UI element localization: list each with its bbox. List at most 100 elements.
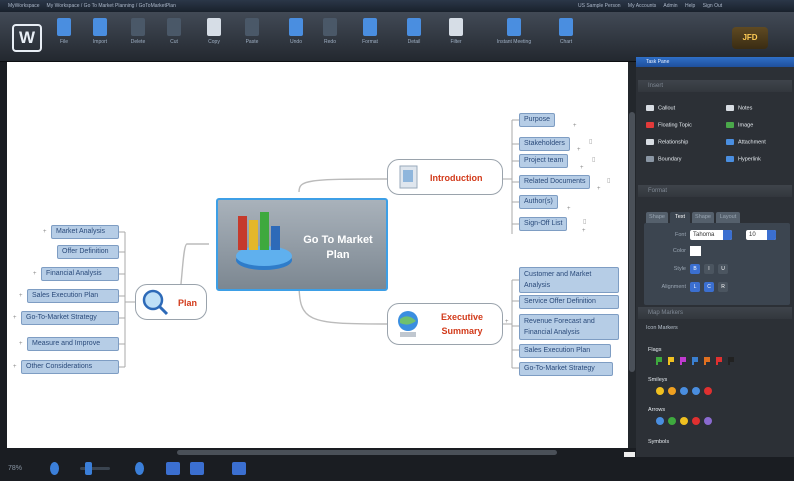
intro-child-related-documents[interactable]: Related Documents (519, 175, 591, 189)
zoom-slider-handle[interactable] (85, 462, 92, 475)
collapse-marker-icon[interactable]: + (13, 364, 18, 370)
exec-child-go-to-market[interactable]: Go-To-Market Strategy (519, 362, 613, 376)
plan-child-market-analysis[interactable]: Market Analysis (51, 225, 119, 239)
insert-callout[interactable]: Callout (646, 105, 675, 111)
flag-icon[interactable] (704, 357, 710, 365)
toolbar-button-delete[interactable]: Delete (118, 18, 158, 45)
flag-icon[interactable] (680, 357, 686, 365)
intro-child-stakeholders[interactable]: Stakeholders (519, 137, 570, 151)
vertical-scrollbar[interactable] (628, 62, 636, 448)
align-center-button[interactable]: C (704, 282, 714, 292)
arrow-icon[interactable] (704, 417, 712, 425)
tab-shape[interactable]: Shape (646, 212, 668, 223)
zoom-out-icon[interactable] (50, 462, 59, 475)
central-topic[interactable]: Go To Market Plan (216, 198, 388, 291)
mind-map-canvas[interactable]: Go To Market Plan Introduction Executive… (7, 62, 628, 448)
flag-icon[interactable] (716, 357, 722, 365)
intro-child-project-team[interactable]: Project team (519, 154, 569, 168)
collapse-marker-icon[interactable]: + (573, 123, 578, 129)
tab-text[interactable]: Text (670, 212, 690, 223)
collapse-marker-icon[interactable]: + (597, 186, 602, 192)
marker-group-smileys[interactable]: Smileys (648, 377, 667, 383)
admin-link[interactable]: Admin (663, 3, 677, 9)
toolbar-button-cut[interactable]: Cut (154, 18, 194, 45)
note-icon[interactable]: ▯ (583, 219, 588, 225)
collapse-marker-icon[interactable]: + (582, 228, 587, 234)
exec-child-customer-market[interactable]: Customer and Market Analysis (519, 267, 619, 293)
exec-child-sales-execution[interactable]: Sales Execution Plan (519, 344, 611, 358)
toolbar-button-format[interactable]: Format (350, 18, 390, 45)
toolbar-button-detail[interactable]: Detail (394, 18, 434, 45)
marker-group-arrows[interactable]: Arrows (648, 407, 665, 413)
toolbar-button-instant-meeting[interactable]: Instant Meeting (486, 18, 542, 45)
flag-icon[interactable] (656, 357, 662, 365)
intro-child-sign-off-list[interactable]: Sign-Off List (519, 217, 568, 231)
executive-summary-topic[interactable]: Executive Summary (387, 303, 503, 345)
plan-child-other-considerations[interactable]: Other Considerations (21, 360, 119, 374)
plan-child-sales-execution[interactable]: Sales Execution Plan (27, 289, 119, 303)
italic-button[interactable]: I (704, 264, 714, 274)
insert-floating-topic[interactable]: Floating Topic (646, 122, 692, 128)
arrow-icon[interactable] (692, 417, 700, 425)
tab-shape-2[interactable]: Shape (692, 212, 714, 223)
insert-boundary[interactable]: Boundary (646, 156, 682, 162)
font-size-dropdown[interactable]: 10 (746, 230, 776, 240)
smiley-icon[interactable] (656, 387, 664, 395)
collapse-marker-icon[interactable]: + (567, 206, 572, 212)
plan-child-financial-analysis[interactable]: Financial Analysis (41, 267, 119, 281)
toolbar-button-redo[interactable]: Redo (310, 18, 350, 45)
flag-icon[interactable] (668, 357, 674, 365)
my-accounts-link[interactable]: My Accounts (628, 3, 656, 9)
toolbar-button-chart[interactable]: Chart (546, 18, 586, 45)
app-logo[interactable]: W (12, 24, 42, 52)
smiley-icon[interactable] (680, 387, 688, 395)
arrow-icon[interactable] (668, 417, 676, 425)
font-dropdown[interactable]: Tahoma (690, 230, 732, 240)
toolbar-button-copy[interactable]: Copy (194, 18, 234, 45)
map-view-icon[interactable] (166, 462, 180, 475)
collapse-marker-icon[interactable]: + (505, 319, 510, 325)
insert-hyperlink[interactable]: Hyperlink (726, 156, 761, 162)
flag-icon[interactable] (728, 357, 734, 365)
intro-child-purpose[interactable]: Purpose (519, 113, 556, 127)
sign-out-link[interactable]: Sign Out (703, 3, 722, 9)
insert-section-header[interactable]: Insert (638, 80, 792, 92)
smiley-icon[interactable] (692, 387, 700, 395)
collapse-marker-icon[interactable]: + (19, 293, 24, 299)
note-icon[interactable]: ▯ (589, 139, 594, 145)
exec-child-service-offer[interactable]: Service Offer Definition (519, 295, 619, 309)
user-badge[interactable]: JFD (732, 27, 768, 49)
toolbar-button-paste[interactable]: Paste (232, 18, 272, 45)
note-icon[interactable]: ▯ (592, 157, 597, 163)
underline-button[interactable]: U (718, 264, 728, 274)
smiley-icon[interactable] (704, 387, 712, 395)
align-right-button[interactable]: R (718, 282, 728, 292)
flag-icon[interactable] (692, 357, 698, 365)
marker-group-flags[interactable]: Flags (648, 347, 661, 353)
collapse-marker-icon[interactable]: + (33, 271, 38, 277)
horizontal-scrollbar[interactable] (7, 448, 628, 457)
bold-button[interactable]: B (690, 264, 700, 274)
plan-topic[interactable]: Plan (135, 284, 207, 320)
collapse-marker-icon[interactable]: + (43, 229, 48, 235)
toolbar-button-import[interactable]: Import (80, 18, 120, 45)
insert-image[interactable]: Image (726, 122, 753, 128)
intro-child-authors[interactable]: Author(s) (519, 195, 558, 209)
insert-relationship[interactable]: Relationship (646, 139, 688, 145)
outline-view-icon[interactable] (190, 462, 204, 475)
format-section-header[interactable]: Format (638, 185, 792, 197)
vertical-scroll-thumb[interactable] (629, 112, 635, 372)
horizontal-scroll-thumb[interactable] (177, 450, 557, 455)
toolbar-button-file[interactable]: File (44, 18, 84, 45)
color-swatch[interactable] (690, 246, 701, 256)
insert-attachment[interactable]: Attachment (726, 139, 766, 145)
arrow-icon[interactable] (680, 417, 688, 425)
arrow-icon[interactable] (656, 417, 664, 425)
search-icon[interactable] (232, 462, 246, 475)
toolbar-button-filter[interactable]: Filter (436, 18, 476, 45)
introduction-topic[interactable]: Introduction (387, 159, 503, 195)
plan-child-go-to-market[interactable]: Go-To-Market Strategy (21, 311, 119, 325)
plan-child-measure-improve[interactable]: Measure and Improve (27, 337, 119, 351)
plan-child-offer-definition[interactable]: Offer Definition (57, 245, 119, 259)
tab-layout[interactable]: Layout (716, 212, 740, 223)
